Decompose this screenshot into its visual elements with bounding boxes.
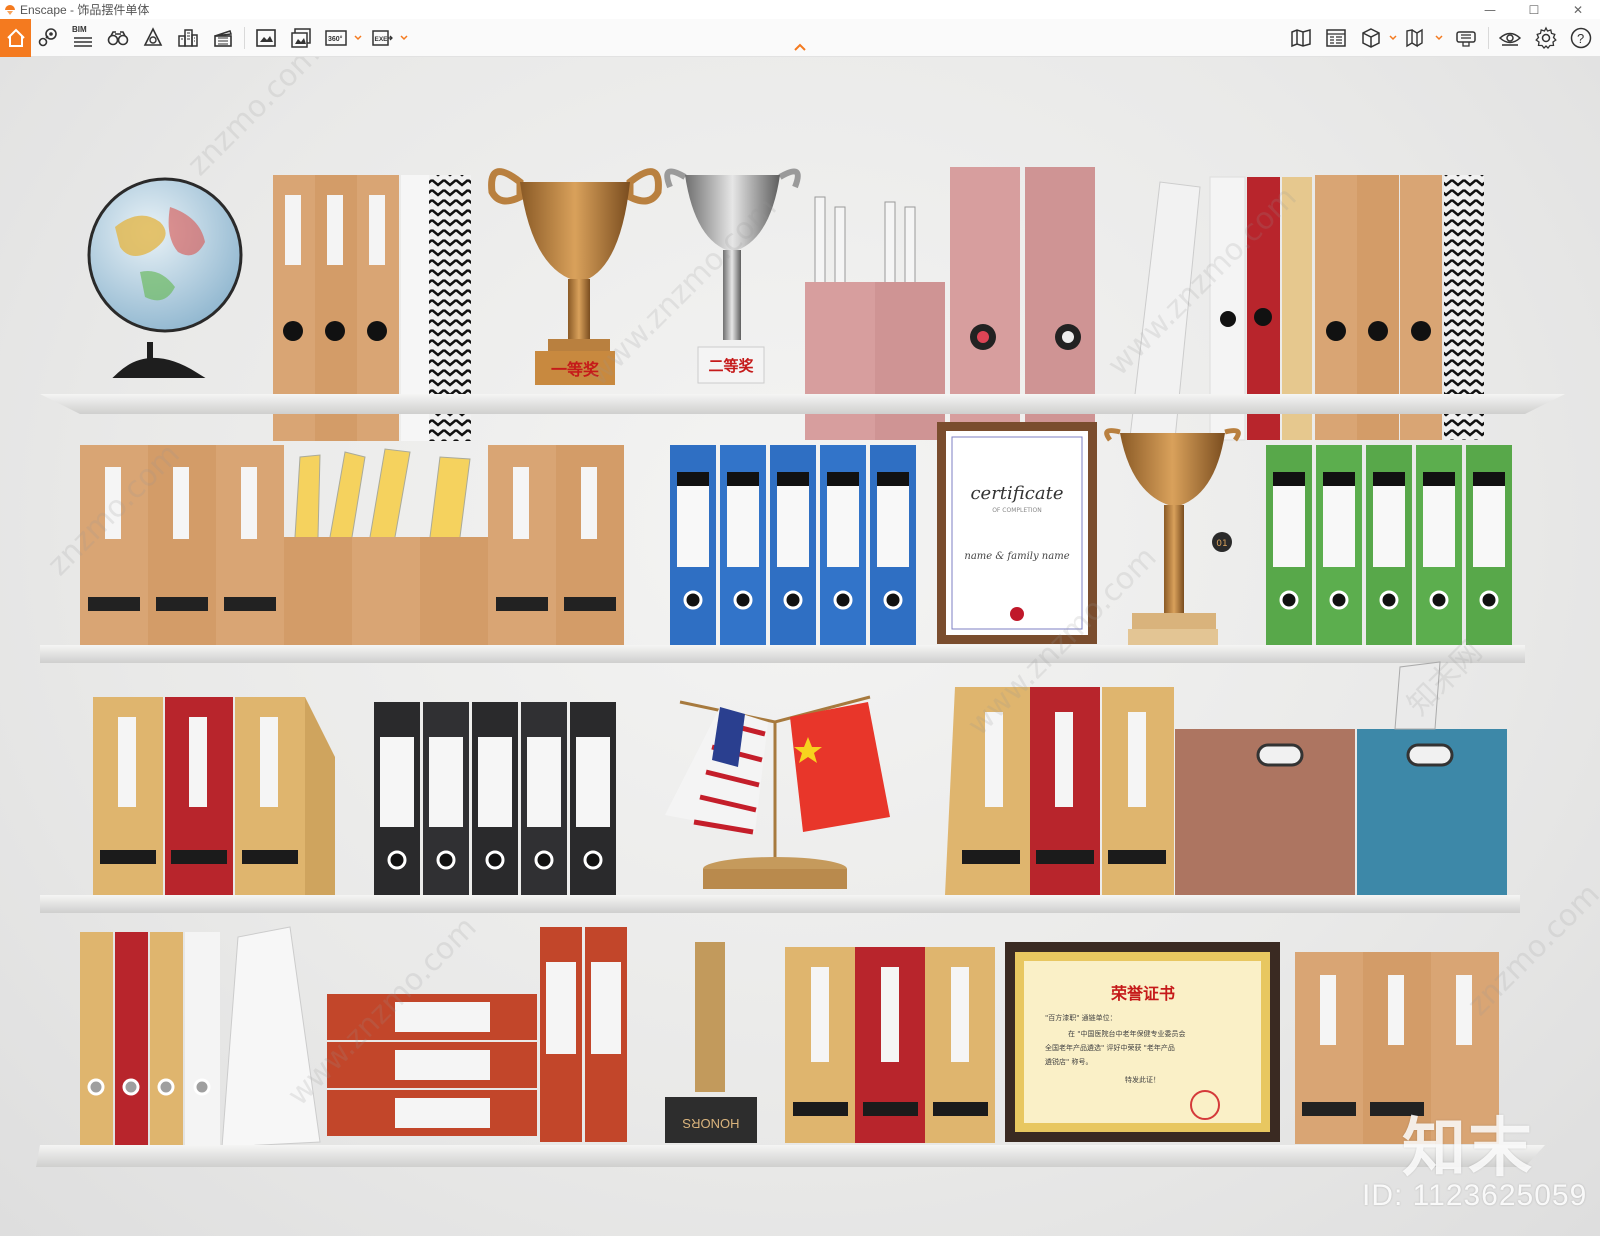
certificate-subtitle: OF COMPLETION	[992, 507, 1042, 514]
honor-line-1: "百方漆职" 通链单位：	[1045, 1013, 1117, 1022]
bookshelf-scene: 一等奖 二等奖 certificate OF COMPLETION name &…	[36, 57, 1600, 1167]
clapper-icon	[214, 30, 233, 47]
blue-binders	[670, 445, 916, 645]
flag-stand	[665, 695, 890, 889]
panorama-button[interactable]: 360°	[322, 24, 350, 52]
toolbar-separator	[1488, 27, 1489, 49]
shelf-row-2: certificate OF COMPLETION name & family …	[80, 422, 1512, 645]
vr-headset-icon	[1456, 31, 1476, 47]
bim-button[interactable]: BIM	[69, 24, 97, 52]
shelf-plank-1	[40, 394, 1565, 414]
map-button[interactable]	[1287, 24, 1315, 52]
export-dropdown[interactable]	[400, 31, 408, 45]
minimize-button[interactable]: —	[1468, 0, 1512, 19]
storage-boxes	[1175, 661, 1507, 895]
kraft-red-binders-4	[785, 947, 995, 1143]
render-viewport[interactable]: 一等奖 二等奖 certificate OF COMPLETION name &…	[0, 57, 1600, 1236]
screenshot-button[interactable]	[252, 24, 280, 52]
asset-library-button[interactable]	[139, 24, 167, 52]
honor-line-2: 在 "中国医院台中老年保健专业委员会	[1068, 1029, 1185, 1038]
green-binders	[1266, 445, 1512, 645]
help-icon: ?	[1570, 27, 1592, 49]
honor-certificate-frame: 荣誉证书 "百方漆职" 通链单位： 在 "中国医院台中老年保健专业委员会 全国老…	[1005, 942, 1280, 1142]
panorama-360-icon: 360°	[325, 30, 347, 46]
export-exe-button[interactable]: EXE	[368, 24, 396, 52]
title-bar: Enscape - 饰品摆件单体 — ☐ ✕	[0, 0, 1600, 19]
gear-icon	[1535, 26, 1557, 49]
material-book-button[interactable]	[1402, 24, 1430, 52]
yellow-red-holders	[93, 697, 335, 895]
view-visibility-button[interactable]	[1496, 24, 1524, 52]
panorama-label: 360°	[328, 35, 343, 43]
shelf-plank-2	[40, 645, 1525, 663]
panorama-dropdown[interactable]	[354, 31, 362, 45]
video-editor-button[interactable]	[209, 24, 237, 52]
visual-settings-button[interactable]	[1322, 24, 1350, 52]
buildings-button[interactable]	[174, 24, 202, 52]
close-button[interactable]: ✕	[1556, 0, 1600, 19]
batch-render-button[interactable]	[287, 24, 315, 52]
honor-line-3: 全国老年产品遴选" 评好中荣获 "老年产品	[1045, 1043, 1175, 1052]
honor-title: 荣誉证书	[1110, 984, 1175, 1003]
map-icon	[1291, 29, 1311, 48]
shelf-row-4: HONORS 荣誉证书 "百方漆职" 通链单位： 在 "中国医院台中老年保健专业…	[80, 926, 1499, 1148]
vr-headset-button[interactable]	[1452, 24, 1480, 52]
watermark-text: znzmo.com	[181, 57, 327, 183]
map-pin-icon	[38, 28, 57, 47]
shelf-plank-3	[40, 895, 1520, 913]
honors-label: HONORS	[682, 1116, 739, 1131]
shelf-row-3	[93, 661, 1507, 895]
cube-view-button[interactable]	[1357, 24, 1385, 52]
home-icon	[6, 28, 25, 47]
views-button[interactable]	[34, 24, 62, 52]
gold-trophy-small: 01	[1104, 428, 1241, 645]
chevron-down-icon	[1389, 35, 1397, 41]
window-title: Enscape - 饰品摆件单体	[20, 3, 150, 17]
chevron-down-icon	[354, 35, 362, 41]
eye-icon	[1498, 32, 1522, 46]
certificate-name: name & family name	[964, 551, 1069, 562]
trophy-label-2: 二等奖	[708, 357, 754, 375]
window-controls: — ☐ ✕	[1468, 0, 1600, 19]
book-dropdown[interactable]	[1435, 31, 1443, 45]
assorted-binders-left	[80, 926, 321, 1148]
batch-render-icon	[291, 28, 311, 48]
honors-statue: HONORS	[665, 942, 757, 1143]
certificate-title: certificate	[970, 483, 1063, 504]
cube-view-dropdown[interactable]	[1389, 31, 1397, 45]
binoculars-icon	[107, 31, 129, 46]
bim-label: BIM	[72, 25, 87, 34]
screenshot-icon	[256, 29, 276, 47]
home-button[interactable]	[0, 19, 31, 57]
exe-label: EXE	[375, 36, 389, 43]
black-binders	[374, 702, 616, 895]
enscape-toolbar: BIM 360° EXE ?	[0, 19, 1600, 57]
cube-view-icon	[1362, 28, 1380, 48]
globe	[87, 177, 243, 378]
maximize-button[interactable]: ☐	[1512, 0, 1556, 19]
collapse-toolbar-icon[interactable]	[792, 41, 808, 53]
exe-export-icon: EXE	[372, 30, 393, 46]
book-icon	[1406, 28, 1423, 48]
help-label: ?	[1577, 31, 1584, 46]
chevron-down-icon	[1435, 35, 1443, 41]
asset-library-icon	[143, 27, 163, 46]
settings-button[interactable]	[1532, 24, 1560, 52]
binoculars-button[interactable]	[104, 24, 132, 52]
brand-logo: 知末	[1402, 1112, 1534, 1186]
visual-settings-icon	[1326, 29, 1346, 47]
help-button[interactable]: ?	[1567, 24, 1595, 52]
buildings-icon	[178, 29, 198, 47]
toolbar-separator	[244, 27, 245, 49]
honor-line-4: 遴锐店" 称号。	[1045, 1057, 1092, 1066]
medal-number: 01	[1216, 539, 1227, 549]
asset-id-label: ID: 1123625059	[1362, 1179, 1588, 1212]
shelf-plank-4	[36, 1145, 1545, 1167]
honor-line-5: 特发此证！	[1125, 1075, 1160, 1084]
chevron-down-icon	[400, 35, 408, 41]
enscape-logo-icon	[5, 4, 15, 15]
